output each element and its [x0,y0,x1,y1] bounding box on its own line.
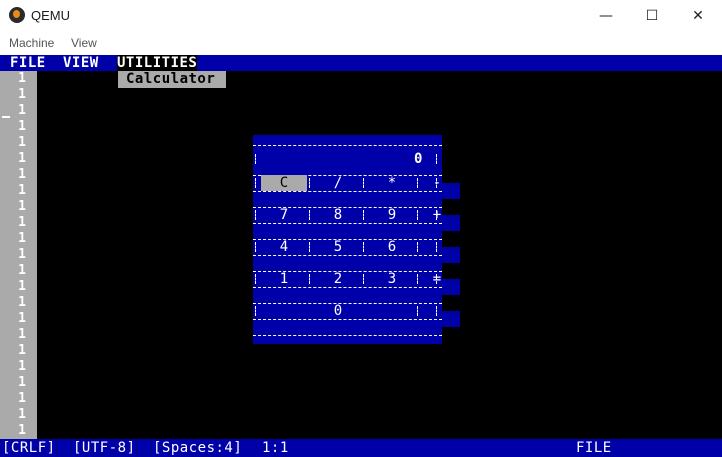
editor-menu-file[interactable]: FILE [10,55,46,71]
status-bar: [CRLF] [UTF-8] [Spaces:4] 1:1 FILE [0,439,722,457]
window-title: QEMU [31,8,70,23]
close-button[interactable]: ✕ [675,0,721,32]
status-encoding: [UTF-8] [73,440,136,456]
key-0[interactable]: 0 [323,303,353,319]
line-number: 1 [18,423,26,438]
line-number: 1 [18,71,26,86]
editor-menu-view[interactable]: VIEW [63,55,99,71]
host-menu-bar: Machine View [0,32,722,55]
line-number: 1 [18,231,26,246]
key-multiply[interactable]: * [377,175,407,191]
calc-key-divider [255,178,256,188]
calc-border [253,255,442,256]
status-indent: [Spaces:4] [153,440,243,456]
line-number: 1 [18,151,26,166]
line-number: 1 [18,87,26,102]
line-number: 1 [18,183,26,198]
calc-border [253,319,442,320]
calc-extension [442,215,460,231]
calc-key-divider [417,242,418,252]
dropdown-item-calculator[interactable]: Calculator [118,71,226,88]
line-number: 1 [18,327,26,342]
minimize-button[interactable]: — [583,0,629,32]
key-7[interactable]: 7 [269,207,299,223]
key-6[interactable]: 6 [377,239,407,255]
line-number: 1 [18,407,26,422]
line-number: 1 [18,199,26,214]
calc-key-divider [309,178,310,188]
status-mode: FILE [576,440,612,456]
calc-border [253,287,442,288]
key-9[interactable]: 9 [377,207,407,223]
guest-screen: FILE VIEW UTILITIES Calculator 111111111… [0,55,722,457]
line-number: 1 [18,343,26,358]
calc-border [253,191,442,192]
key-8[interactable]: 8 [323,207,353,223]
calc-key-divider [363,274,364,284]
status-line-ending: [CRLF] [2,440,56,456]
line-number: 1 [18,359,26,374]
line-number: 1 [18,295,26,310]
calc-key-divider [255,274,256,284]
key-2[interactable]: 2 [323,271,353,287]
calc-key-divider [417,210,418,220]
line-number: 1 [18,135,26,150]
calc-key-divider [255,306,256,316]
calc-key-divider [309,210,310,220]
calc-extension [442,183,460,199]
calc-key-divider [436,178,437,188]
title-bar: QEMU — ☐ ✕ [0,0,722,32]
line-number: 1 [18,119,26,134]
key-4[interactable]: 4 [269,239,299,255]
calc-key-divider [436,274,437,284]
calc-key-divider [255,210,256,220]
calc-key-divider [436,210,437,220]
calc-key-divider [255,242,256,252]
key-divide[interactable]: / [323,175,353,191]
qemu-app-icon [9,7,25,23]
calc-key-divider [417,274,418,284]
calc-key-divider [436,306,437,316]
line-number: 1 [18,375,26,390]
line-number-gutter: 11111111111111111111111 [0,71,37,439]
text-cursor [2,116,10,118]
calc-key-divider [309,242,310,252]
menu-view[interactable]: View [71,36,97,50]
calc-extension [442,279,460,295]
calc-key-divider [363,242,364,252]
calc-key-divider [417,178,418,188]
line-number: 1 [18,215,26,230]
calc-border [253,223,442,224]
calc-border [253,145,442,146]
calc-display-border [255,154,256,164]
calc-key-divider [309,274,310,284]
line-number: 1 [18,247,26,262]
line-number: 1 [18,391,26,406]
calc-key-divider [436,242,437,252]
calc-key-divider [363,210,364,220]
calc-key-divider [417,306,418,316]
calculator-dialog: 0 C / * -7 8 9 +4 5 6 1 2 3 = 0 [253,135,442,344]
calc-display: 0 [414,151,423,167]
key-clear[interactable]: C [261,175,307,191]
key-5[interactable]: 5 [323,239,353,255]
calc-display-border [436,154,437,164]
calc-extension [442,247,460,263]
editor-menu-utilities[interactable]: UTILITIES [117,55,198,71]
calc-extension [442,311,460,327]
key-1[interactable]: 1 [269,271,299,287]
line-number: 1 [18,279,26,294]
status-cursor-position: 1:1 [262,440,289,456]
key-3[interactable]: 3 [377,271,407,287]
editor-menu-bar: FILE VIEW UTILITIES [0,55,722,71]
line-number: 1 [18,263,26,278]
line-number: 1 [18,167,26,182]
calc-key-divider [363,178,364,188]
menu-machine[interactable]: Machine [9,36,54,50]
maximize-button[interactable]: ☐ [629,0,675,32]
calc-border [253,335,442,336]
line-number: 1 [18,311,26,326]
